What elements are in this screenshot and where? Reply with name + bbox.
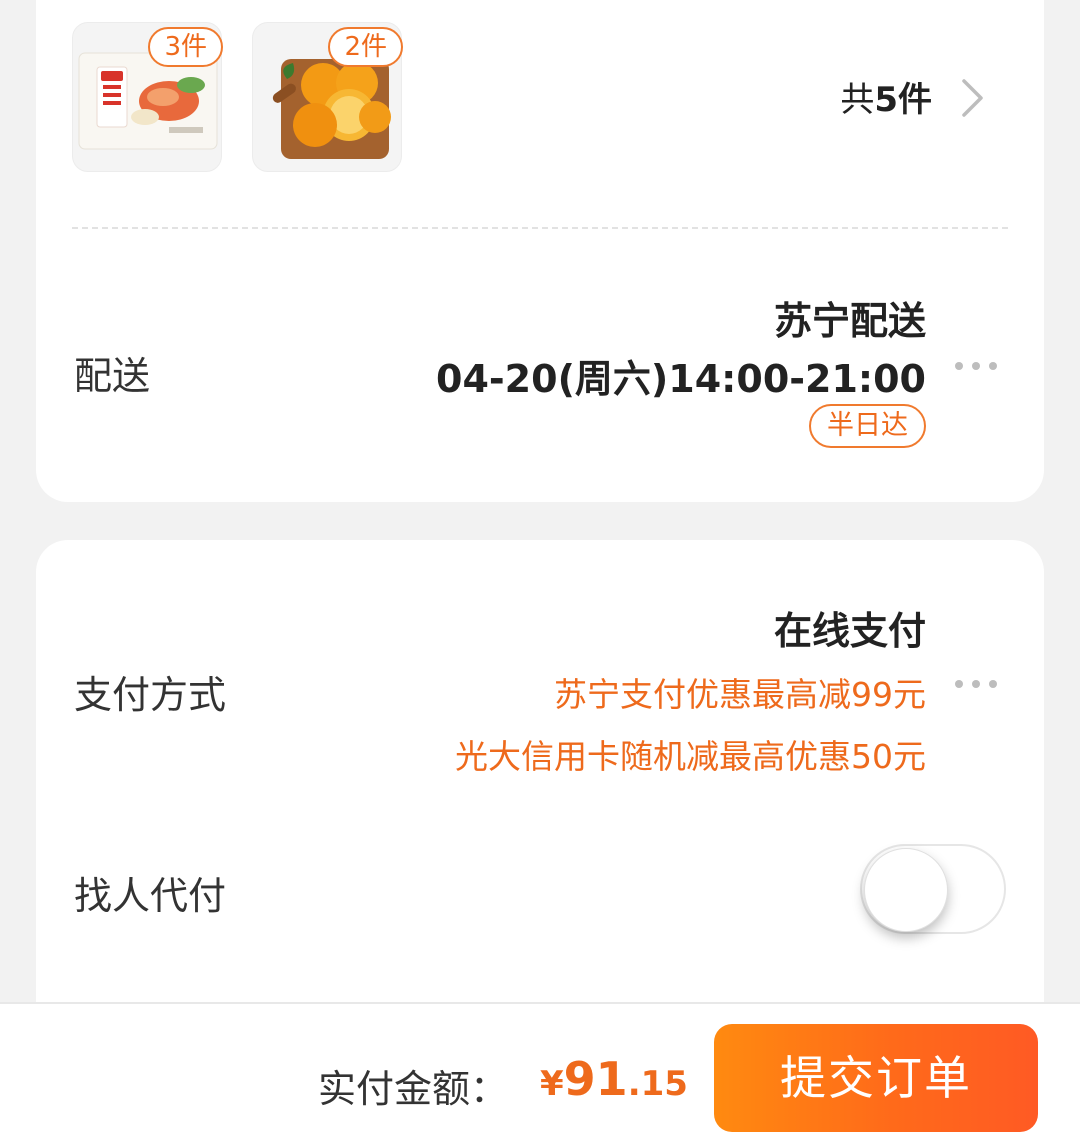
amount-value: ¥91.15 — [540, 1052, 688, 1106]
quantity-badge: 2件 — [328, 27, 403, 67]
total-prefix: 共 — [840, 80, 875, 120]
delivery-provider: 苏宁配送 — [773, 299, 926, 343]
more-options-icon[interactable] — [954, 361, 998, 371]
checkout-bar: 实付金额： ¥91.15 提交订单 — [0, 1002, 1080, 1144]
product-thumb-oranges[interactable]: 2件 — [252, 22, 403, 172]
payment-promo-credit-card: 光大信用卡随机减最高优惠50元 — [455, 737, 926, 776]
amount-integer: 91 — [563, 1052, 628, 1106]
delivery-speed-tag: 半日达 — [809, 404, 926, 448]
chevron-right-icon[interactable] — [960, 78, 986, 118]
order-summary-card: 3件 2件 共5件 配送 苏宁配送 04-20(周六)14:00-21:00 半… — [36, 0, 1044, 502]
submit-order-button[interactable]: 提交订单 — [714, 1024, 1038, 1132]
more-options-icon[interactable] — [954, 679, 998, 689]
amount-decimal: .15 — [627, 1064, 688, 1104]
payment-card: 支付方式 在线支付 苏宁支付优惠最高减99元 光大信用卡随机减最高优惠50元 找… — [36, 540, 1044, 1020]
quantity-badge: 3件 — [148, 27, 223, 67]
payment-promo-suning: 苏宁支付优惠最高减99元 — [554, 675, 926, 714]
currency-symbol: ¥ — [540, 1064, 564, 1104]
product-thumb-shrimp-dumplings[interactable]: 3件 — [72, 22, 223, 172]
toggle-knob — [864, 848, 948, 932]
delivery-time-window[interactable]: 04-20(周六)14:00-21:00 — [436, 348, 926, 403]
pay-for-me-label: 找人代付 — [74, 874, 227, 918]
pay-for-me-toggle[interactable] — [860, 844, 1006, 934]
payment-method-label: 支付方式 — [74, 673, 227, 717]
delivery-label: 配送 — [74, 354, 151, 398]
total-value: 5件 — [874, 80, 932, 120]
payment-method-value[interactable]: 在线支付 — [774, 600, 926, 655]
total-items-count[interactable]: 共5件 — [840, 72, 932, 121]
divider — [72, 227, 1008, 229]
amount-label: 实付金额： — [318, 1067, 509, 1111]
